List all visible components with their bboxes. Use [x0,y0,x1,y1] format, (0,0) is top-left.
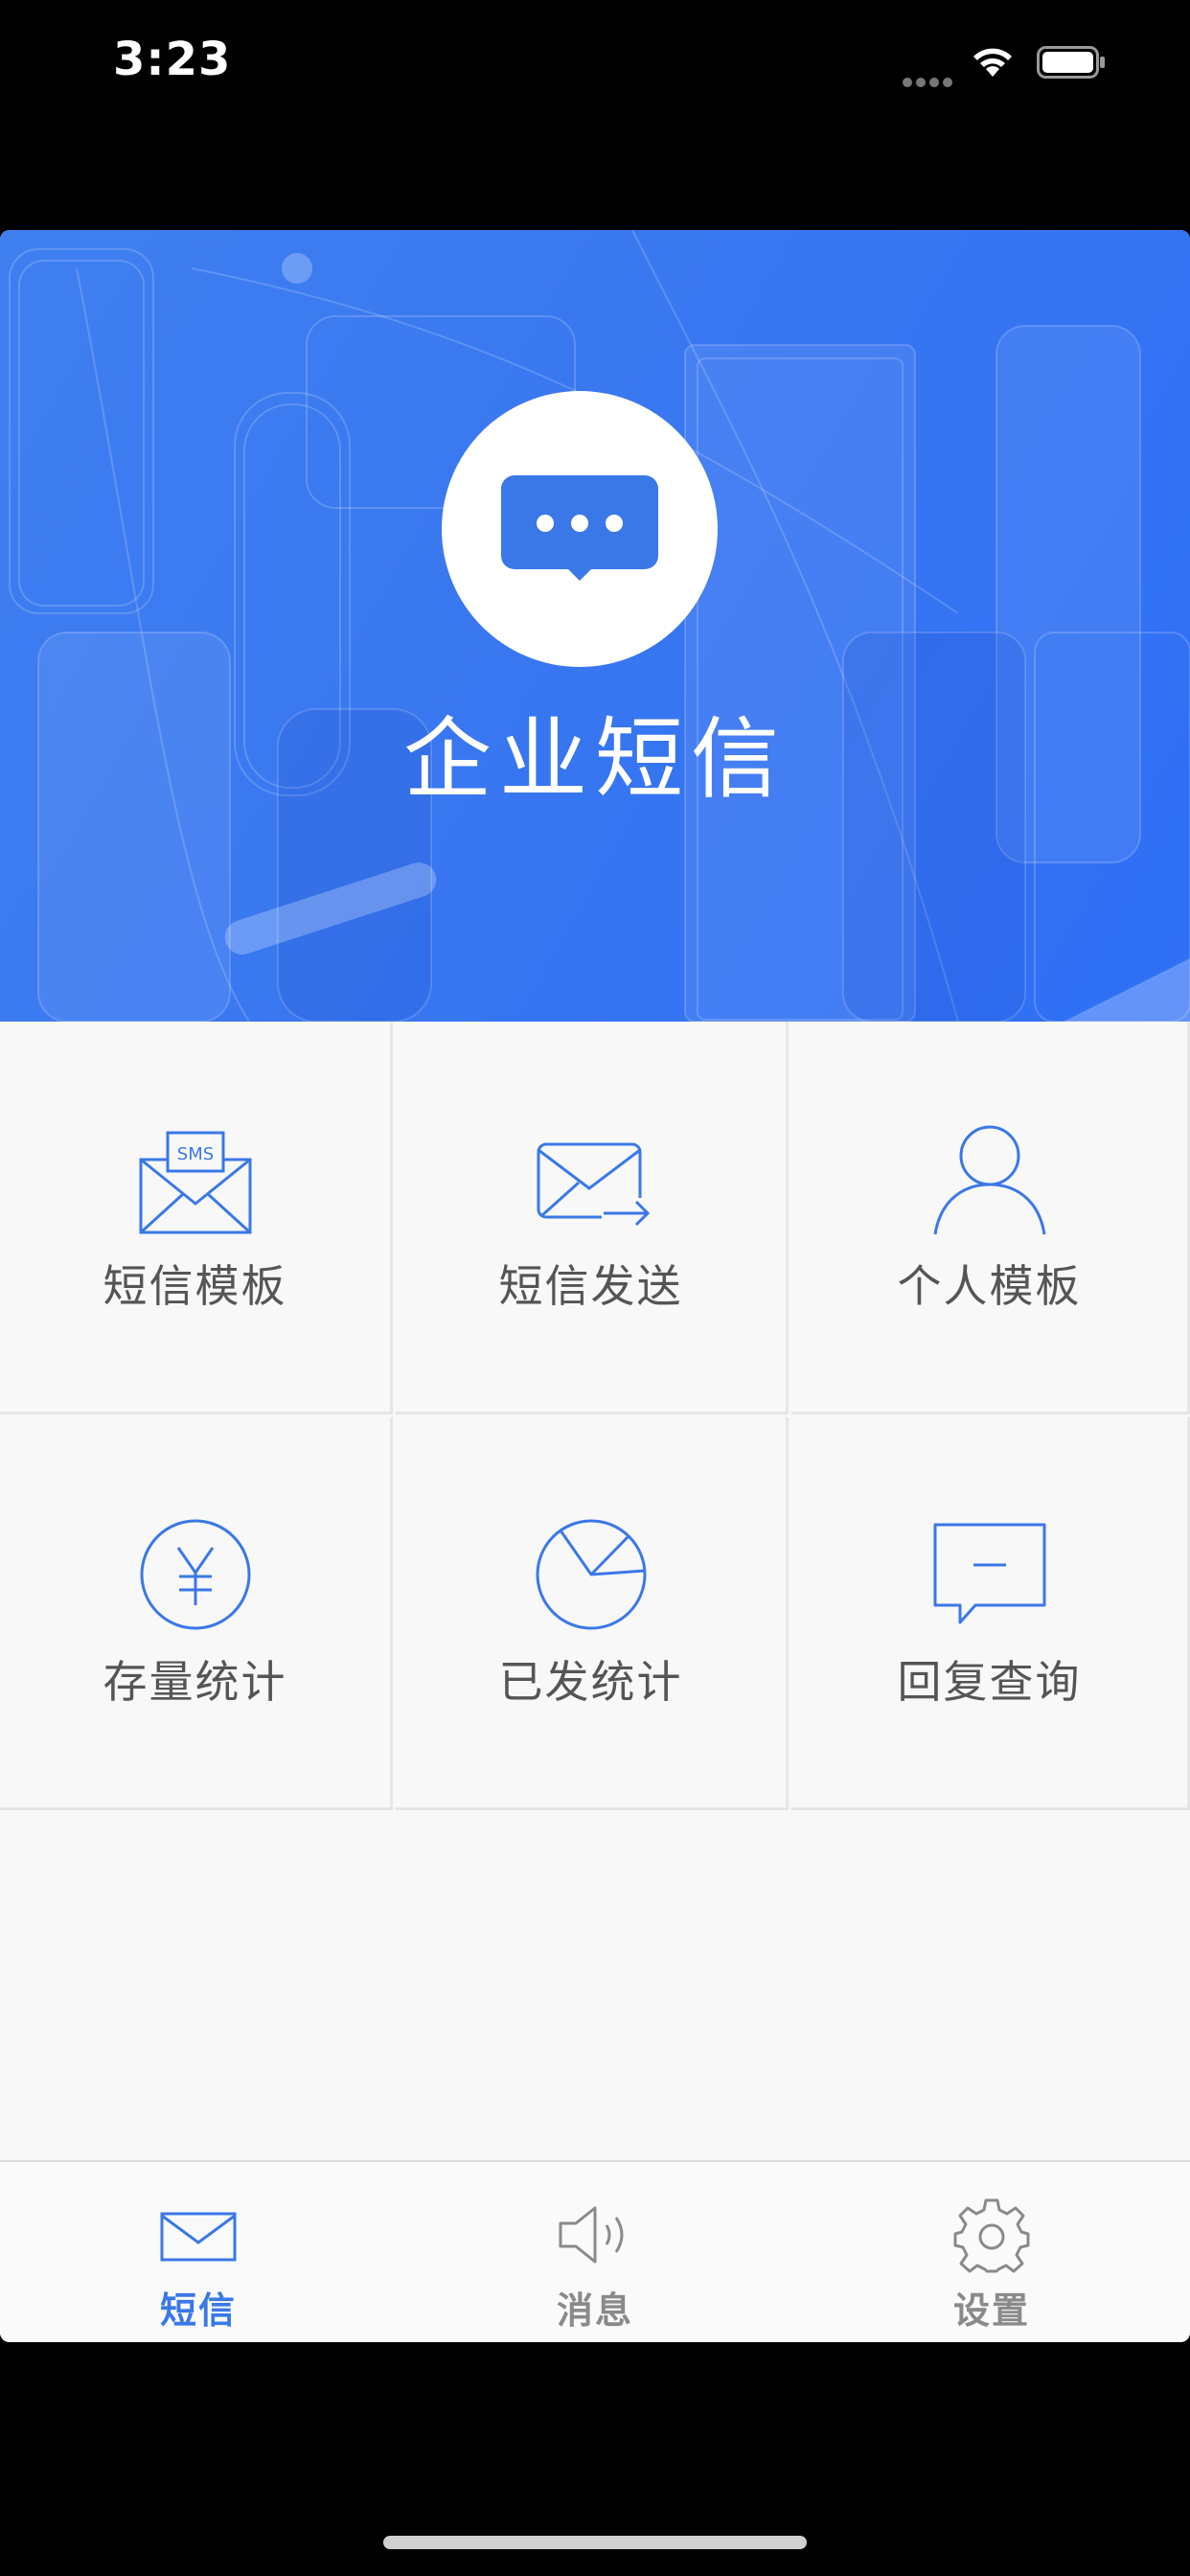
wifi-icon [973,48,1012,77]
grid-item-stock-stats[interactable]: 存量统计 [0,1417,393,1810]
grid-item-label: 回复查询 [897,1656,1082,1708]
speaker-icon [559,2206,624,2264]
home-indicator[interactable] [383,2536,807,2549]
grid-item-sent-stats[interactable]: 已发统计 [396,1417,789,1810]
battery-icon [1037,46,1105,79]
grid-item-label: 短信发送 [498,1260,683,1312]
grid-item-label: 短信模板 [103,1260,287,1312]
banner-title: 企业短信 [402,708,787,811]
mail-icon [160,2212,237,2262]
grid-item-label: 个人模板 [897,1260,1082,1312]
tab-label: 短信 [159,2289,237,2332]
tab-bar: 短信 消息 设置 [0,2160,1190,2342]
person-icon [933,1125,1045,1235]
yen-circle-icon [140,1519,250,1630]
status-icons [903,42,1133,87]
grid-item-sms-send[interactable]: 短信发送 [396,1022,789,1414]
sms-envelope-icon: SMS [139,1131,251,1234]
grid-item-label: 已发统计 [498,1656,683,1708]
tab-sms[interactable]: 短信 [0,2162,397,2342]
tab-label: 消息 [556,2289,633,2332]
tab-messages[interactable]: 消息 [397,2162,793,2342]
gear-icon [953,2198,1030,2273]
grid-item-sms-template[interactable]: SMS 短信模板 [0,1022,393,1414]
grid-item-label: 存量统计 [103,1656,287,1708]
grid-item-reply-query[interactable]: 回复查询 [791,1417,1190,1810]
chat-bubble-icon [501,475,658,581]
status-time: 3:23 [113,33,232,86]
header-banner: 企业短信 [0,230,1190,1022]
function-grid: SMS 短信模板 短信发送 个人模板 存量统计 已发统计 回复查询 [0,1022,1190,1811]
tab-settings[interactable]: 设置 [793,2162,1190,2342]
svg-text:SMS: SMS [176,1144,213,1164]
send-mail-icon [537,1142,650,1227]
app-logo [442,391,718,667]
grid-item-personal-template[interactable]: 个人模板 [791,1022,1190,1414]
pie-chart-icon [536,1519,646,1630]
reply-bubble-icon [933,1523,1045,1624]
status-bar: 3:23 [0,0,1190,134]
tab-label: 设置 [952,2289,1030,2332]
app-screen: 企业短信 SMS 短信模板 短信发送 个人模板 存量统计 已发统计 回复查询 短… [0,230,1190,2342]
cellular-signal-icon [903,73,956,87]
